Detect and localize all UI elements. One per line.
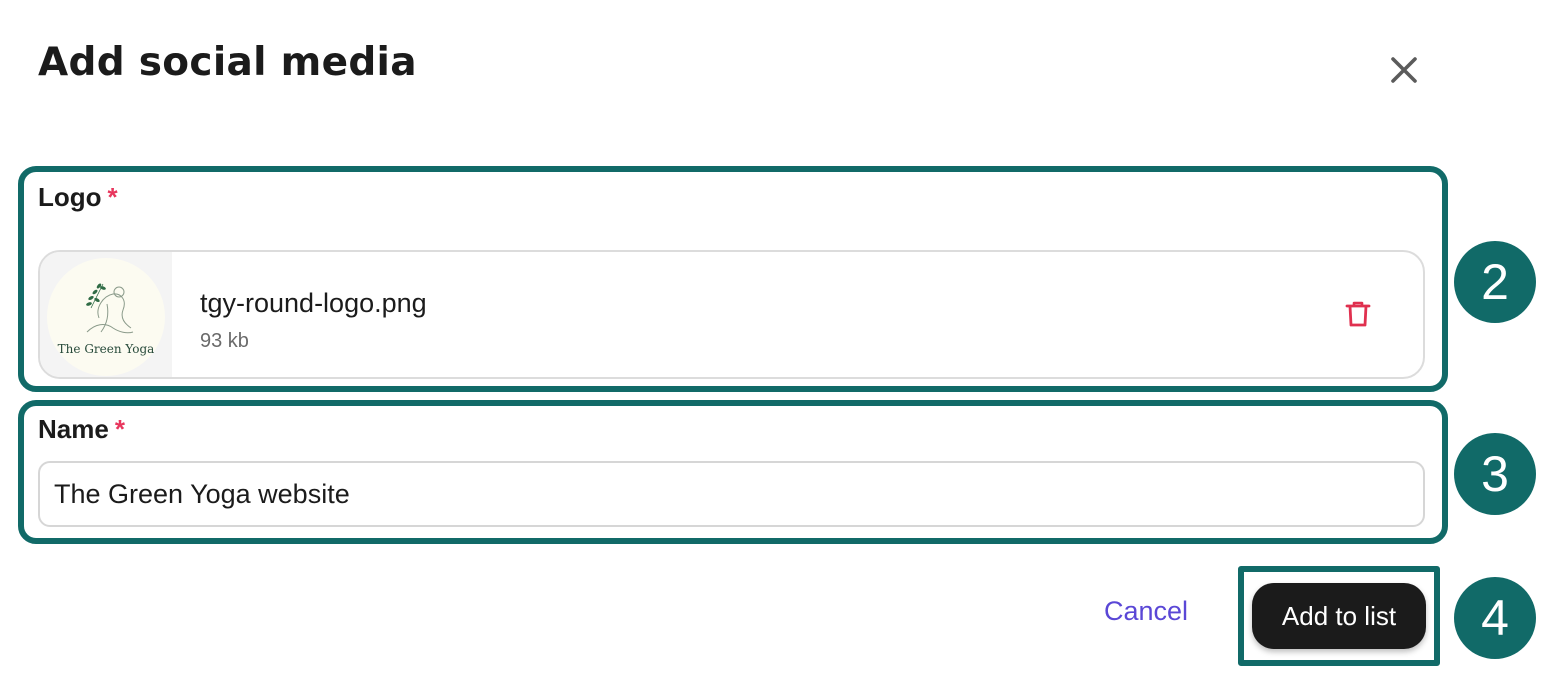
required-asterisk: * (107, 182, 118, 212)
logo-thumbnail: The Green Yoga (40, 252, 172, 377)
close-icon (1391, 57, 1417, 83)
logo-label-text: Logo (38, 182, 102, 212)
add-to-list-button[interactable]: Add to list (1252, 583, 1426, 649)
step-badge-2: 2 (1454, 241, 1536, 323)
required-asterisk: * (114, 414, 125, 444)
logo-image: The Green Yoga (47, 257, 165, 376)
name-label-text: Name (38, 414, 109, 444)
close-button[interactable] (1380, 50, 1428, 90)
step-badge-3: 3 (1454, 433, 1536, 515)
uploaded-file-card: The Green Yoga tgy-round-logo.png 93 kb (38, 250, 1425, 379)
cancel-button[interactable]: Cancel (1104, 596, 1188, 627)
logo-label: Logo * (38, 182, 118, 213)
name-input[interactable] (38, 461, 1425, 527)
delete-file-button[interactable] (1340, 296, 1376, 332)
name-label: Name * (38, 414, 125, 445)
file-size: 93 kb (200, 330, 249, 352)
logo-thumbnail-text: The Green Yoga (57, 341, 155, 356)
yoga-figure-icon (86, 282, 134, 333)
trash-icon (1345, 301, 1371, 327)
dialog-title: Add social media (38, 40, 417, 85)
file-name: tgy-round-logo.png (200, 288, 427, 318)
step-badge-4: 4 (1454, 577, 1536, 659)
